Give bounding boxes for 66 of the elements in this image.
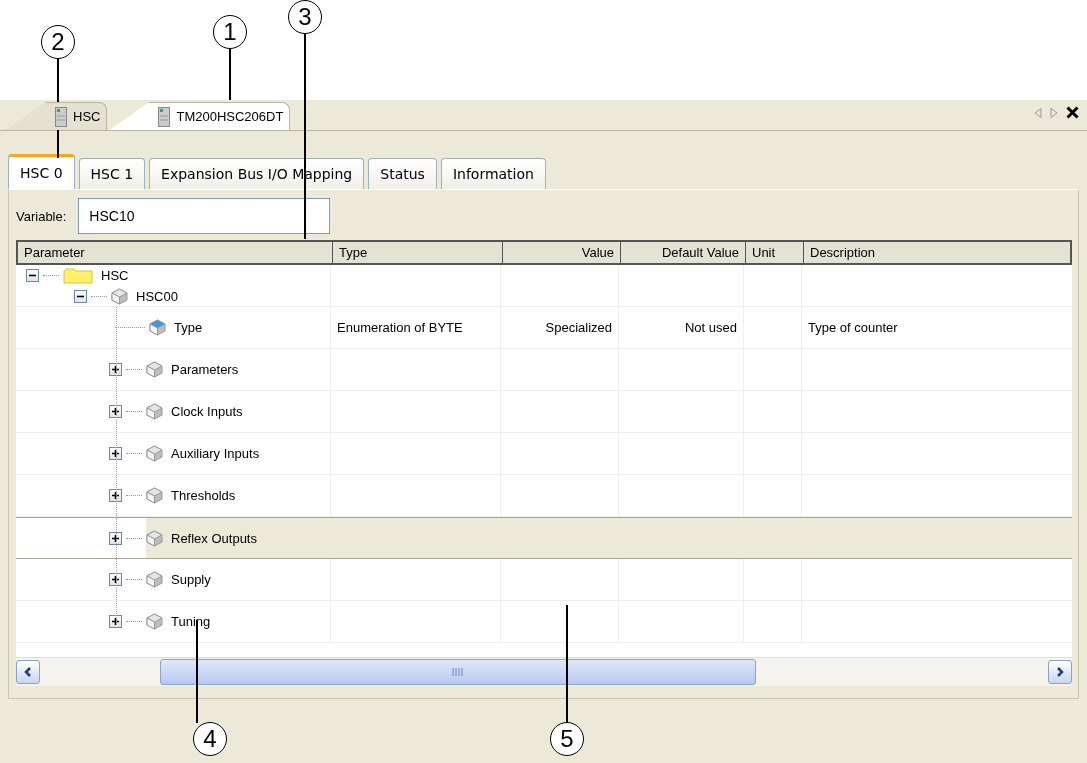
scroll-left-button[interactable] — [16, 660, 40, 684]
editor-tab[interactable]: TM200HSC206DT — [109, 102, 291, 130]
expand-icon[interactable] — [109, 363, 122, 376]
device-icon — [158, 106, 171, 127]
variable-label: Variable: — [16, 208, 67, 224]
editor-tab[interactable]: HSC — [6, 102, 108, 130]
cube-icon — [146, 361, 163, 378]
tab[interactable]: Status — [368, 158, 437, 189]
cube-icon — [149, 319, 166, 336]
tree-item-label: Clock Inputs — [171, 404, 243, 419]
scrollbar-thumb[interactable] — [160, 659, 756, 685]
tree-item-label: HSC — [101, 268, 129, 283]
tree-row[interactable]: Parameters — [16, 349, 1072, 391]
device-icon — [55, 106, 67, 127]
leader-line — [229, 49, 231, 100]
table-cell: Enumeration of BYTE — [337, 320, 463, 335]
expand-icon[interactable] — [109, 531, 122, 545]
expand-icon[interactable] — [109, 447, 122, 460]
cube-icon — [146, 613, 163, 630]
column-header[interactable]: Unit — [745, 242, 803, 263]
collapse-icon[interactable] — [26, 269, 39, 282]
tab[interactable]: Information — [440, 158, 546, 189]
tree-item-label: Supply — [171, 572, 211, 587]
scroll-right-button[interactable] — [1048, 660, 1072, 684]
collapse-icon[interactable] — [74, 289, 87, 303]
tree-row[interactable]: Clock Inputs — [16, 391, 1072, 433]
callout-number: 4 — [193, 722, 227, 756]
tree-item-label: Thresholds — [171, 488, 236, 503]
variable-field[interactable]: HSC10 — [78, 198, 331, 234]
cube-icon — [146, 571, 163, 588]
tree-item-label: Parameters — [171, 362, 239, 377]
tab[interactable]: HSC 0 — [8, 154, 75, 189]
expand-icon[interactable] — [109, 615, 122, 628]
cube-icon — [146, 403, 163, 420]
cube-icon — [146, 445, 163, 462]
close-icon[interactable] — [1066, 106, 1079, 119]
tree-item-label: Auxiliary Inputs — [171, 446, 260, 461]
tree-row[interactable]: Thresholds — [16, 475, 1072, 517]
tree-row[interactable]: Reflex Outputs — [16, 517, 1072, 559]
cube-icon — [146, 487, 163, 504]
expand-icon[interactable] — [109, 489, 122, 502]
tree-row[interactable]: HSC00 — [16, 286, 1072, 307]
callout-number: 5 — [550, 722, 584, 756]
expand-icon[interactable] — [109, 573, 122, 586]
cube-icon — [146, 529, 163, 547]
table-cell: Not used — [684, 320, 737, 335]
tree-row[interactable]: Supply — [16, 559, 1072, 601]
tree-item-label: Type — [174, 320, 203, 335]
folder-icon — [63, 267, 93, 284]
left-chevron-icon — [24, 667, 32, 677]
tree-item-label: HSC00 — [136, 288, 178, 304]
right-chevron-icon — [1056, 667, 1064, 677]
tree-item-label: Reflex Outputs — [171, 530, 257, 546]
column-header[interactable]: Default Value — [620, 242, 745, 263]
column-header[interactable]: Parameter — [18, 242, 332, 263]
column-header[interactable]: Description — [803, 242, 1070, 263]
table-cell: Type of counter — [808, 320, 898, 335]
tree-row[interactable]: HSC — [16, 265, 1072, 286]
tree-row[interactable]: Type Enumeration of BYTE Specialized Not used Type of counter — [16, 307, 1072, 349]
tab[interactable]: HSC 1 — [78, 158, 146, 189]
expand-icon[interactable] — [109, 405, 122, 418]
table-cell: Specialized — [545, 320, 612, 335]
column-header[interactable]: Value — [502, 242, 620, 263]
column-header[interactable]: Type — [332, 242, 502, 263]
cube-icon — [111, 287, 128, 305]
tree-row[interactable]: Auxiliary Inputs — [16, 433, 1072, 475]
